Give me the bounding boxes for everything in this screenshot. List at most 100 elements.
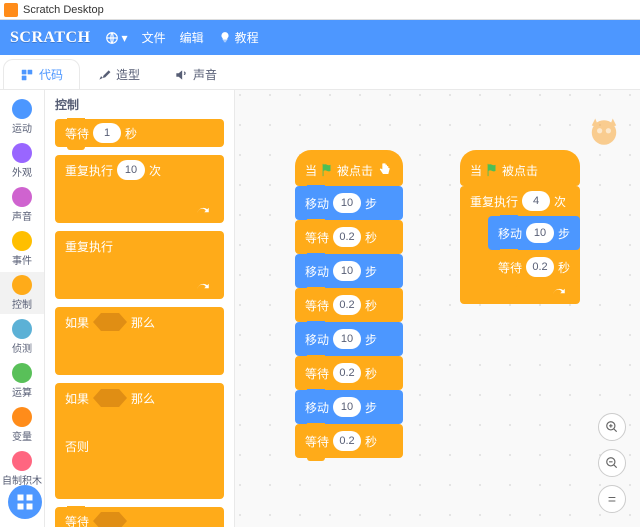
file-menu[interactable]: 文件 — [142, 29, 166, 46]
window-title: Scratch Desktop — [23, 4, 104, 16]
tutorials-menu[interactable]: 教程 — [218, 29, 259, 46]
workspace[interactable]: 当 被点击 移动10步等待0.2秒移动10步等待0.2秒移动10步等待0.2秒移… — [235, 90, 640, 527]
category-color-icon — [12, 407, 32, 427]
globe-icon — [105, 31, 119, 45]
category-label: 运算 — [12, 384, 32, 399]
value-input[interactable]: 10 — [333, 193, 361, 213]
block-if[interactable]: 如果 那么 — [55, 307, 224, 375]
app-icon — [4, 3, 18, 17]
category-运算[interactable]: 运算 — [0, 360, 44, 402]
hand-cursor-icon — [377, 162, 393, 178]
category-label: 运动 — [12, 120, 32, 135]
block-wait[interactable]: 等待0.2秒 — [488, 250, 580, 284]
loop-arrow-icon — [196, 282, 214, 296]
repeat-input[interactable]: 10 — [117, 160, 145, 180]
script-stack-1[interactable]: 当 被点击 移动10步等待0.2秒移动10步等待0.2秒移动10步等待0.2秒移… — [295, 150, 403, 458]
block-repeat[interactable]: 重复执行 4 次 移动10步等待0.2秒 — [460, 186, 580, 304]
category-label: 外观 — [12, 164, 32, 179]
hat-when-flag-clicked[interactable]: 当 被点击 — [460, 150, 580, 186]
tabs: 代码 造型 声音 — [0, 55, 640, 90]
category-侦测[interactable]: 侦测 — [0, 316, 44, 358]
value-input[interactable]: 0.2 — [526, 257, 554, 277]
value-input[interactable]: 10 — [333, 397, 361, 417]
sound-icon — [174, 68, 188, 82]
zoom-in-icon — [605, 420, 619, 434]
category-color-icon — [12, 99, 32, 119]
value-input[interactable]: 0.2 — [333, 227, 361, 247]
tab-sounds[interactable]: 声音 — [157, 59, 234, 89]
block-wait[interactable]: 等待0.2秒 — [295, 288, 403, 322]
chevron-down-icon: ▾ — [122, 31, 128, 45]
repeat-input[interactable]: 4 — [522, 191, 550, 211]
zoom-controls: = — [598, 413, 626, 513]
wait-input[interactable]: 1 — [93, 123, 121, 143]
block-palette: 控制 等待 1 秒 重复执行 10 次 重复执行 如果 — [45, 90, 235, 527]
category-color-icon — [12, 143, 32, 163]
block-wait[interactable]: 等待0.2秒 — [295, 424, 403, 458]
category-label: 变量 — [12, 428, 32, 443]
block-move-steps[interactable]: 移动10步 — [295, 322, 403, 356]
category-变量[interactable]: 变量 — [0, 404, 44, 446]
code-icon — [20, 68, 34, 82]
block-wait[interactable]: 等待0.2秒 — [295, 220, 403, 254]
category-column: 运动外观声音事件控制侦测运算变量自制积木 — [0, 90, 45, 527]
block-repeat[interactable]: 重复执行 10 次 — [55, 155, 224, 223]
block-wait[interactable]: 等待 1 秒 — [55, 119, 224, 147]
green-flag-icon — [485, 163, 499, 177]
palette-heading: 控制 — [55, 96, 224, 113]
block-move-steps[interactable]: 移动10步 — [488, 216, 580, 250]
zoom-out-icon — [605, 456, 619, 470]
tab-code[interactable]: 代码 — [3, 59, 80, 89]
category-color-icon — [12, 275, 32, 295]
category-运动[interactable]: 运动 — [0, 96, 44, 138]
main: 运动外观声音事件控制侦测运算变量自制积木 控制 等待 1 秒 重复执行 10 次… — [0, 90, 640, 527]
category-label: 事件 — [12, 252, 32, 267]
zoom-in-button[interactable] — [598, 413, 626, 441]
block-move-steps[interactable]: 移动10步 — [295, 390, 403, 424]
script-stack-2[interactable]: 当 被点击 重复执行 4 次 移动10步等待0.2秒 — [460, 150, 580, 304]
category-color-icon — [12, 451, 32, 471]
menubar: SCRATCH ▾ 文件 编辑 教程 — [0, 20, 640, 55]
value-input[interactable]: 10 — [333, 329, 361, 349]
value-input[interactable]: 10 — [333, 261, 361, 281]
category-控制[interactable]: 控制 — [0, 272, 44, 314]
green-flag-icon — [320, 163, 334, 177]
block-move-steps[interactable]: 移动10步 — [295, 254, 403, 288]
category-事件[interactable]: 事件 — [0, 228, 44, 270]
hat-when-flag-clicked[interactable]: 当 被点击 — [295, 150, 403, 186]
value-input[interactable]: 0.2 — [333, 431, 361, 451]
category-外观[interactable]: 外观 — [0, 140, 44, 182]
block-wait[interactable]: 等待0.2秒 — [295, 356, 403, 390]
category-自制积木[interactable]: 自制积木 — [0, 448, 44, 490]
tab-costumes[interactable]: 造型 — [80, 59, 157, 89]
zoom-out-button[interactable] — [598, 449, 626, 477]
value-input[interactable]: 10 — [526, 223, 554, 243]
loop-arrow-icon — [196, 206, 214, 220]
value-input[interactable]: 0.2 — [333, 295, 361, 315]
scratch-cat-watermark — [583, 108, 625, 150]
lightbulb-icon — [218, 31, 232, 45]
value-input[interactable]: 0.2 — [333, 363, 361, 383]
if-condition[interactable] — [93, 313, 127, 331]
language-menu[interactable]: ▾ — [105, 31, 128, 45]
category-label: 侦测 — [12, 340, 32, 355]
block-wait-until[interactable]: 等待 — [55, 507, 224, 527]
category-声音[interactable]: 声音 — [0, 184, 44, 226]
block-forever[interactable]: 重复执行 — [55, 231, 224, 299]
block-if-else[interactable]: 如果 那么 否则 — [55, 383, 224, 499]
category-color-icon — [12, 187, 32, 207]
waituntil-condition[interactable] — [93, 512, 127, 527]
loop-arrow-icon — [552, 287, 570, 301]
ifelse-condition[interactable] — [93, 389, 127, 407]
window-titlebar: Scratch Desktop — [0, 0, 640, 20]
category-label: 声音 — [12, 208, 32, 223]
block-move-steps[interactable]: 移动10步 — [295, 186, 403, 220]
category-label: 控制 — [12, 296, 32, 311]
category-color-icon — [12, 231, 32, 251]
category-color-icon — [12, 319, 32, 339]
edit-menu[interactable]: 编辑 — [180, 29, 204, 46]
category-color-icon — [12, 363, 32, 383]
brand-logo: SCRATCH — [10, 29, 91, 47]
brush-icon — [97, 68, 111, 82]
zoom-reset-button[interactable]: = — [598, 485, 626, 513]
